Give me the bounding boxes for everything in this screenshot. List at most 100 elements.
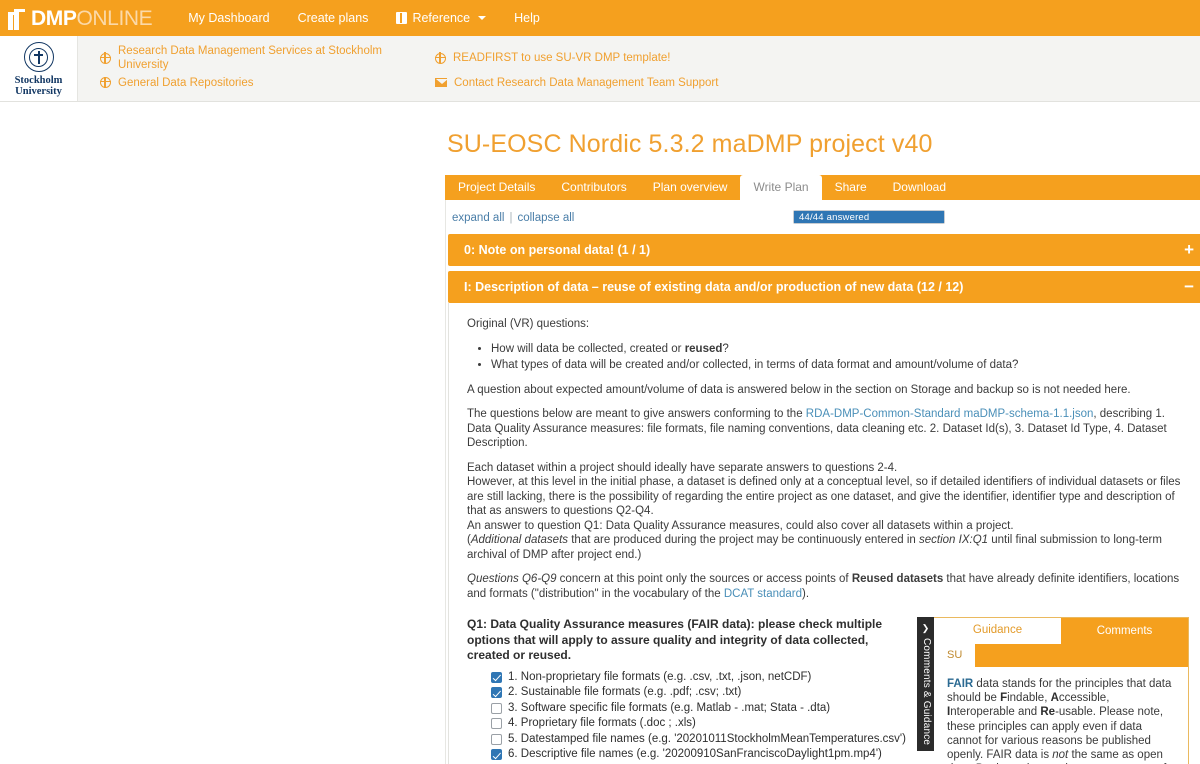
brand-secondary-text: ONLINE — [76, 7, 153, 30]
tab-guidance[interactable]: Guidance — [934, 618, 1061, 644]
section-title: 0: Note on personal data! (1 / 1) — [464, 243, 651, 257]
option-row-1[interactable]: 1. Non-proprietary file formats (e.g. .c… — [491, 671, 907, 685]
paragraph-answer-q1: An answer to question Q1: Data Quality A… — [467, 519, 1014, 532]
q6q9-strong: Reused datasets — [851, 573, 944, 585]
paragraph-each-dataset: Each dataset within a project should ide… — [467, 461, 898, 474]
nav-item-label: Help — [514, 11, 540, 25]
nav-item-label: Create plans — [297, 11, 369, 25]
checkbox-option-2[interactable] — [491, 687, 502, 698]
paragraph-q6-q9: Questions Q6-Q9 concern at this point on… — [467, 572, 1189, 601]
tab-comments[interactable]: Comments — [1061, 618, 1188, 644]
option-row-6[interactable]: 6. Descriptive file names (e.g. '2020091… — [491, 748, 907, 762]
guidance-side-panel: ❯ Comments & Guidance Guidance Comments … — [917, 617, 1189, 764]
answered-progress-bar: 44/44 answered — [793, 210, 945, 224]
plan-tabs: Project Details Contributors Plan overvi… — [445, 175, 1200, 200]
question-column: Q1: Data Quality Assurance measures (FAI… — [467, 617, 917, 764]
paragraph-schema: The questions below are meant to give an… — [467, 407, 1189, 451]
guidance-subtabs: SU — [934, 644, 1188, 667]
guidance-text-a3: ccessible, — [1058, 692, 1110, 705]
brand-wordmark: DMPONLINE — [31, 7, 153, 30]
additional-em-section: section IX:Q1 — [919, 534, 989, 546]
option-label: 1. Non-proprietary file formats (e.g. .c… — [508, 670, 812, 683]
book-icon — [396, 12, 408, 24]
option-row-4[interactable]: 4. Proprietary file formats (.doc ; .xls… — [491, 717, 907, 731]
section-body: Original (VR) questions: How will data b… — [448, 303, 1200, 764]
dmponline-logo[interactable]: DMPONLINE — [4, 6, 153, 30]
subtab-su[interactable]: SU — [934, 644, 976, 667]
bullet-text-post: ? — [722, 342, 729, 355]
paragraph-however: However, at this level in the initial ph… — [467, 476, 1181, 517]
chevron-down-icon — [478, 16, 487, 20]
comments-and-guidance-toggle[interactable]: ❯ Comments & Guidance — [917, 617, 934, 751]
additional-mid: that are produced during the project may… — [568, 534, 920, 546]
q6q9-mid: concern at this point only the sources o… — [556, 573, 852, 585]
organisation-links: Research Data Management Services at Sto… — [78, 36, 1200, 101]
collapse-minus-icon[interactable]: − — [1184, 278, 1194, 295]
original-questions-list: How will data be collected, created or r… — [467, 342, 1189, 373]
tab-plan-overview[interactable]: Plan overview — [640, 175, 741, 200]
comments-guidance-label: Comments & Guidance — [920, 638, 932, 746]
org-link-contact-support[interactable]: Contact Research Data Management Team Su… — [435, 72, 1200, 93]
option-row-3[interactable]: 3. Software specific file formats (e.g. … — [491, 702, 907, 716]
university-crest-icon — [23, 42, 54, 72]
nav-item-my-dashboard[interactable]: My Dashboard — [174, 2, 283, 34]
org-link-rdm-services[interactable]: Research Data Management Services at Sto… — [99, 44, 435, 72]
nav-item-label: My Dashboard — [188, 11, 270, 25]
brand-primary-text: DMP — [31, 7, 77, 30]
dcat-standard-link[interactable]: DCAT standard — [724, 588, 802, 600]
top-navigation-bar: DMPONLINE My Dashboard Create plans Refe… — [0, 0, 1200, 36]
guidance-text-a2: indable, — [1007, 692, 1051, 705]
write-plan-panel: expand all | collapse all 44/44 answered… — [445, 200, 1200, 764]
additional-em-datasets: Additional datasets — [470, 534, 569, 546]
checkbox-option-3[interactable] — [491, 702, 502, 714]
organisation-banner: Stockholm University Research Data Manag… — [0, 36, 1200, 102]
expand-plus-icon[interactable]: + — [1184, 241, 1194, 258]
page-container: SU-EOSC Nordic 5.3.2 maDMP project v40 P… — [0, 102, 1200, 764]
dmp-logo-mark-icon — [8, 6, 30, 30]
mail-icon — [435, 78, 448, 87]
org-link-label: Contact Research Data Management Team Su… — [454, 76, 719, 89]
expand-all-link[interactable]: expand all — [452, 212, 504, 224]
q6q9-end: ). — [802, 587, 810, 600]
org-link-label: READFIRST to use SU-VR DMP template! — [453, 52, 671, 64]
page-title: SU-EOSC Nordic 5.3.2 maDMP project v40 — [447, 130, 933, 158]
guidance-letter-a: A — [1050, 692, 1059, 705]
org-link-readfirst[interactable]: READFIRST to use SU-VR DMP template! — [434, 44, 1200, 72]
question-options-list: 1. Non-proprietary file formats (e.g. .c… — [467, 671, 907, 764]
globe-icon — [99, 76, 111, 88]
section-accordion-0: 0: Note on personal data! (1 / 1) + — [448, 234, 1200, 266]
org-name-line-2: University — [15, 86, 62, 97]
section-header-description-of-data[interactable]: I: Description of data – reuse of existi… — [448, 271, 1200, 303]
section-header-personal-data[interactable]: 0: Note on personal data! (1 / 1) + — [448, 234, 1200, 266]
globe-icon — [434, 52, 446, 64]
org-link-general-data-repositories[interactable]: General Data Repositories — [99, 72, 435, 93]
chevron-right-icon: ❯ — [921, 623, 930, 633]
list-item: What types of data will be created and/o… — [491, 358, 1189, 373]
paragraph-amount-volume: A question about expected amount/volume … — [467, 383, 1131, 396]
madmp-schema-link[interactable]: RDA-DMP-Common-Standard maDMP-schema-1.1… — [806, 408, 1094, 420]
crest-cross-icon — [34, 54, 43, 56]
checkbox-option-1[interactable] — [491, 671, 502, 683]
tab-write-plan[interactable]: Write Plan — [740, 175, 822, 200]
option-label: 3. Software specific file formats (e.g. … — [508, 701, 831, 714]
tab-contributors[interactable]: Contributors — [548, 175, 639, 200]
tab-share[interactable]: Share — [822, 175, 880, 200]
stockholm-university-logo[interactable]: Stockholm University — [0, 36, 78, 101]
tab-download[interactable]: Download — [880, 175, 959, 200]
checkbox-option-5[interactable] — [491, 733, 502, 745]
option-row-5[interactable]: 5. Datestamped file names (e.g. '2020101… — [491, 733, 907, 747]
nav-item-help[interactable]: Help — [500, 2, 554, 34]
option-row-2[interactable]: 2. Sustainable file formats (e.g. .pdf; … — [491, 686, 907, 700]
checkbox-option-6[interactable] — [491, 749, 502, 760]
toolbar-separator: | — [509, 212, 513, 224]
tab-project-details[interactable]: Project Details — [445, 175, 548, 200]
org-link-label: General Data Repositories — [118, 76, 254, 89]
nav-item-reference[interactable]: Reference — [382, 2, 500, 34]
option-label: 4. Proprietary file formats (.doc ; .xls… — [508, 717, 696, 729]
collapse-all-link[interactable]: collapse all — [517, 212, 574, 224]
nav-item-create-plans[interactable]: Create plans — [284, 2, 383, 34]
checkbox-option-4[interactable] — [491, 718, 502, 729]
guidance-tabs: Guidance Comments — [934, 618, 1188, 644]
org-name-line-1: Stockholm — [14, 75, 63, 86]
list-item: How will data be collected, created or r… — [491, 342, 1189, 357]
